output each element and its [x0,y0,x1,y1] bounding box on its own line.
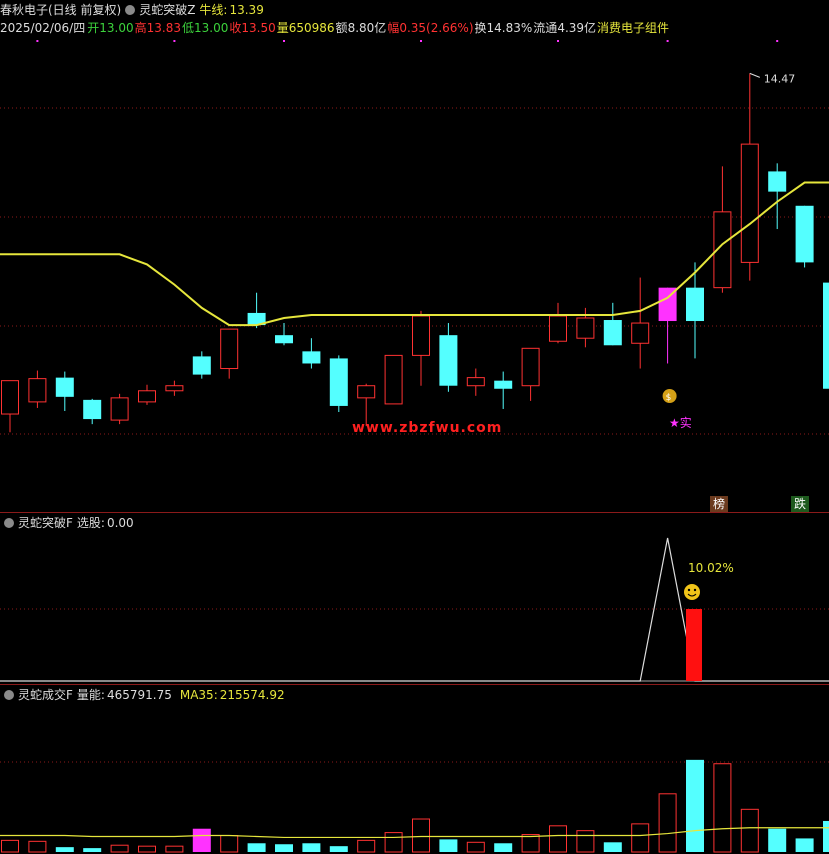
candle-body [521,347,540,387]
candle-body [110,397,129,421]
volume-bar [110,844,129,853]
high-price-label: 14.47 [764,72,796,85]
volume-bar [521,834,540,853]
bull-line [0,181,829,327]
smiley-icon-eye [687,588,691,592]
volume-bar [439,839,458,852]
date-marker [420,40,422,42]
volume-bar [466,841,485,853]
candle-body [740,143,759,263]
volume-bar [138,845,156,853]
date-marker [557,40,559,42]
signal-pct-label: 10.02% [688,561,734,575]
volume-bar [357,839,376,853]
signal-bar [686,609,702,681]
signal-label: ★实 [669,416,692,430]
candle-body [28,378,47,403]
date-marker [666,40,669,42]
candle-body [494,380,513,389]
smiley-icon [684,584,700,600]
volume-bar [686,759,704,852]
volume-bar [576,830,595,853]
volume-bar [549,825,567,853]
volume-bar [165,845,184,853]
watermark: www.zbzfwu.com [352,420,503,436]
candle-body [1,380,19,415]
volume-bar [603,842,622,852]
volume-bar [275,844,293,852]
volume-bar [412,818,430,853]
candle-body [192,356,211,375]
candle-body [466,377,485,387]
volume-bar [631,823,650,853]
volume-bar [494,843,513,852]
candle-body [220,328,239,370]
candle-body [138,390,156,403]
volume-bar [384,832,403,853]
rank-badge: 榜 [710,496,729,512]
candle-body [795,205,814,263]
volume-bar [658,793,677,853]
volume-bar [823,820,829,852]
date-marker [283,40,285,42]
volume-bar [713,763,732,853]
date-marker [36,40,39,42]
candle-body [384,354,403,405]
candle-body [603,320,622,346]
volume-bar [795,838,814,852]
volume-bar [740,808,759,853]
volume-bar [329,846,348,852]
money-bag-icon-glyph: $ [666,393,672,403]
volume-bar [302,843,321,852]
candle-body [329,358,348,406]
candle-body [357,385,376,399]
volume-bar [55,847,74,852]
candle-body [439,335,458,386]
candle-body [83,399,102,420]
date-marker [776,40,779,42]
volume-bar [28,840,47,853]
candle-body [576,317,595,339]
fall-badge: 跌 [791,496,810,512]
volume-bar [192,828,211,852]
volume-bar [83,848,102,852]
candle-body [768,171,787,192]
date-marker [173,40,176,42]
smiley-icon-eye [693,588,697,592]
volume-bar [220,835,239,853]
candle-body [165,385,184,392]
candle-body [631,322,650,344]
volume-bar [768,828,787,852]
volume-bar [1,839,19,853]
candle-body [302,351,321,364]
candle-body [549,315,567,342]
volume-bar [247,843,266,852]
candle-body [275,335,293,344]
high-pointer [749,72,760,78]
candle-body [686,287,704,322]
candle-body [823,282,829,389]
candle-body [412,315,430,356]
candle-body [55,377,74,397]
